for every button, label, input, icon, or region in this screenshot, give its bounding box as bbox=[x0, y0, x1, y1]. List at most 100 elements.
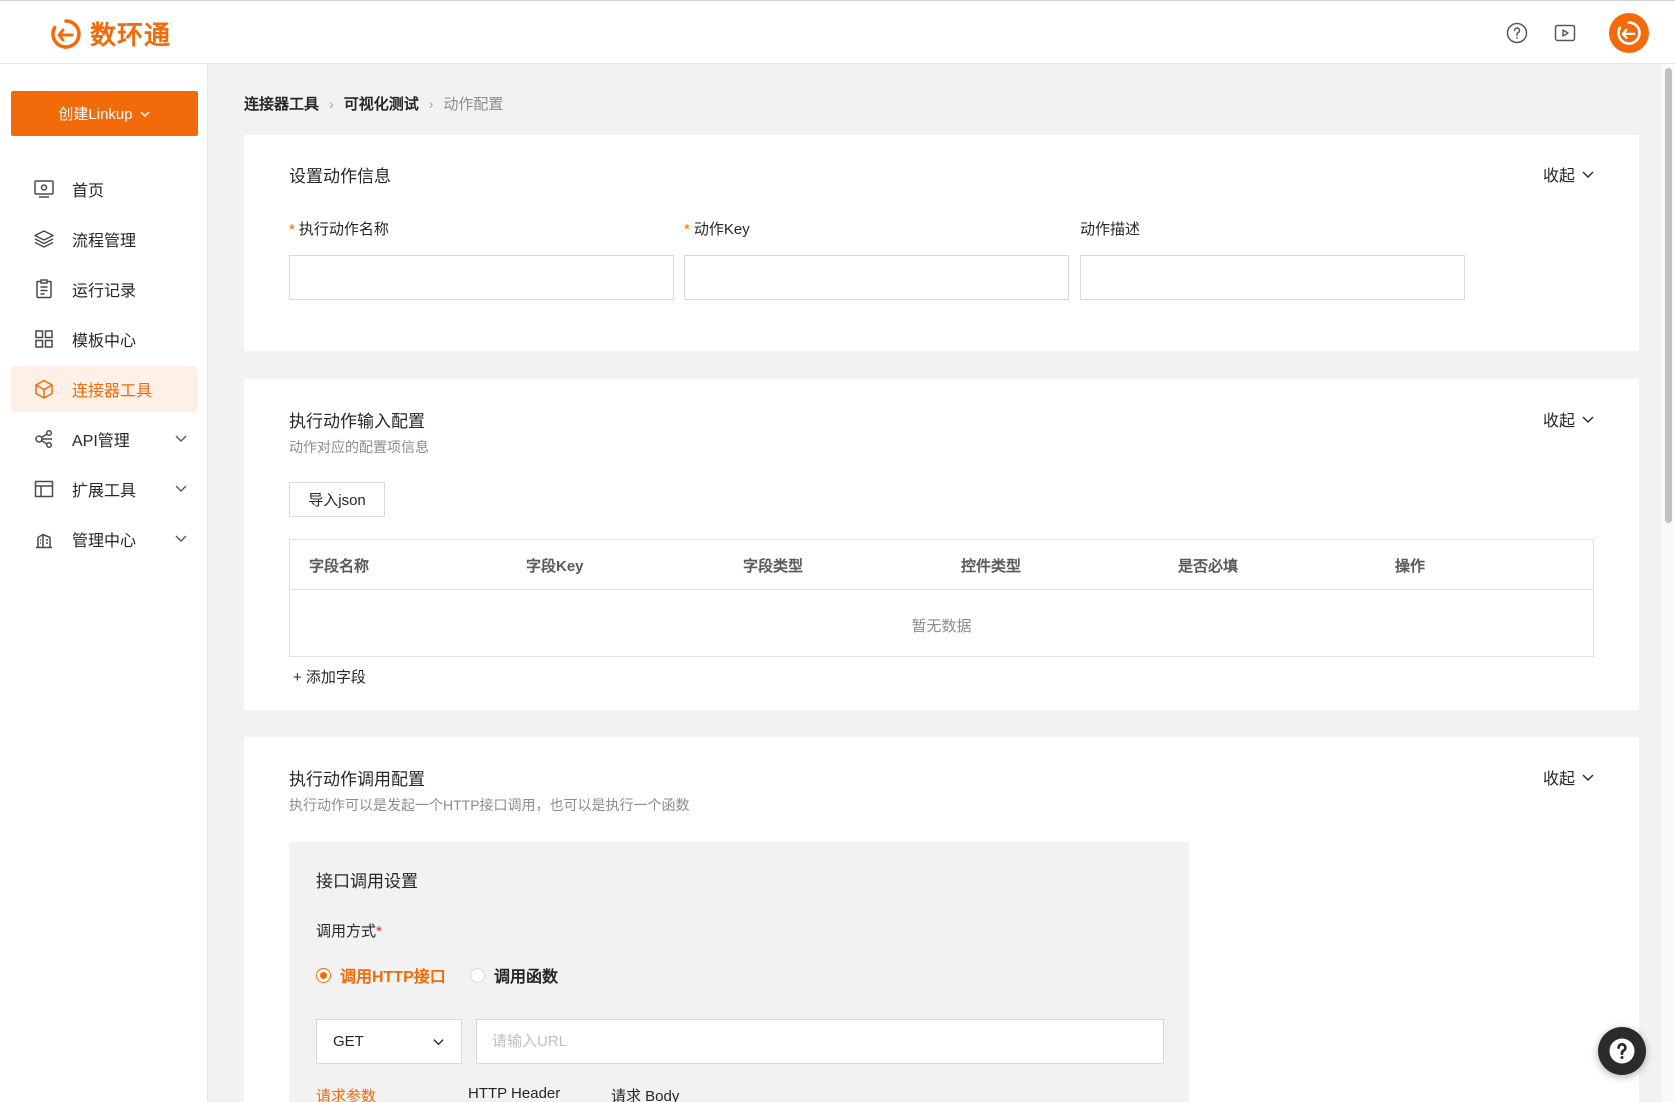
sidebar-item-api[interactable]: API管理 bbox=[11, 416, 198, 462]
tab-request-params[interactable]: 请求参数 bbox=[316, 1085, 376, 1102]
layout-icon bbox=[34, 480, 54, 498]
action-description-label: 动作描述 bbox=[1080, 221, 1141, 238]
sidebar-item-label: 扩展工具 bbox=[72, 483, 137, 500]
help-circle-icon[interactable] bbox=[1505, 21, 1529, 45]
column-header: 是否必填 bbox=[1178, 558, 1239, 575]
sidebar-item-label: 首页 bbox=[72, 183, 105, 200]
column-header: 字段名称 bbox=[309, 558, 370, 575]
sidebar-item-label: 模板中心 bbox=[72, 333, 137, 350]
breadcrumb-current: 动作配置 bbox=[443, 96, 504, 113]
section-title: 执行动作输入配置 bbox=[289, 412, 425, 431]
chevron-down-icon bbox=[1582, 774, 1594, 781]
sidebar-item-connector-tools[interactable]: 连接器工具 bbox=[11, 366, 198, 412]
collapse-button[interactable]: 收起 bbox=[1543, 407, 1595, 431]
action-description-input[interactable] bbox=[1080, 255, 1465, 300]
radio-label: 调用HTTP接口 bbox=[340, 969, 446, 986]
sidebar-nav: 首页 流程管理 运行记录 模板中心 连接器工具 API管理 扩展工具 管理中心 bbox=[11, 166, 198, 566]
http-method-value: GET bbox=[333, 1033, 364, 1050]
chevron-down-icon bbox=[1582, 171, 1594, 178]
http-method-select[interactable]: GET bbox=[316, 1019, 462, 1064]
sidebar-item-label: API管理 bbox=[72, 433, 130, 450]
breadcrumb-separator-icon: › bbox=[428, 95, 434, 112]
breadcrumb: 连接器工具 › 可视化测试 › 动作配置 bbox=[244, 93, 503, 114]
cube-icon bbox=[35, 379, 53, 399]
chevron-down-icon bbox=[175, 485, 187, 492]
column-header: 字段Key bbox=[526, 558, 584, 575]
question-icon bbox=[1609, 1038, 1635, 1064]
sidebar-item-home[interactable]: 首页 bbox=[11, 166, 198, 212]
radio-function-call[interactable]: 调用函数 bbox=[470, 963, 558, 987]
call-mode-label: 调用方式* bbox=[316, 923, 382, 940]
create-linkup-button[interactable]: 创建Linkup bbox=[11, 91, 198, 136]
avatar-logo-icon bbox=[1617, 21, 1641, 45]
sidebar-item-extensions[interactable]: 扩展工具 bbox=[11, 466, 198, 512]
help-float-button[interactable] bbox=[1598, 1027, 1646, 1075]
sidebar-item-label: 流程管理 bbox=[72, 233, 137, 250]
radio-label: 调用函数 bbox=[494, 969, 559, 986]
clipboard-icon bbox=[36, 279, 52, 299]
section-subtitle: 执行动作可以是发起一个HTTP接口调用，也可以是执行一个函数 bbox=[289, 797, 690, 813]
api-call-settings-panel: 接口调用设置 调用方式* 调用HTTP接口 调用函数 GET 请求参数 HTTP… bbox=[289, 842, 1189, 1102]
action-key-label: * 动作Key bbox=[684, 221, 750, 238]
import-json-button[interactable]: 导入json bbox=[289, 482, 385, 517]
action-call-config-card: 执行动作调用配置 执行动作可以是发起一个HTTP接口调用，也可以是执行一个函数 … bbox=[244, 737, 1639, 1102]
radio-checked-icon bbox=[316, 967, 331, 983]
action-name-label: * 执行动作名称 bbox=[289, 221, 389, 238]
breadcrumb-item-connector-tools[interactable]: 连接器工具 bbox=[244, 93, 319, 114]
section-title: 执行动作调用配置 bbox=[289, 770, 425, 789]
monitor-icon bbox=[34, 180, 54, 198]
chevron-down-icon bbox=[433, 1039, 444, 1046]
top-bar: 数环通 bbox=[0, 0, 1675, 64]
sidebar-item-runs[interactable]: 运行记录 bbox=[11, 266, 198, 312]
breadcrumb-item-visual-test[interactable]: 可视化测试 bbox=[344, 93, 419, 114]
brand-logo-icon bbox=[51, 18, 81, 49]
create-linkup-label: 创建Linkup bbox=[58, 106, 133, 123]
section-title: 设置动作信息 bbox=[289, 167, 391, 186]
scrollbar-thumb[interactable] bbox=[1665, 68, 1672, 523]
collapse-label: 收起 bbox=[1542, 168, 1575, 185]
url-input[interactable] bbox=[476, 1019, 1164, 1064]
column-header: 控件类型 bbox=[961, 558, 1022, 575]
building-icon bbox=[36, 533, 52, 549]
page-scrollbar[interactable] bbox=[1662, 64, 1675, 1102]
sidebar-item-flows[interactable]: 流程管理 bbox=[11, 216, 198, 262]
sidebar: 创建Linkup 首页 流程管理 运行记录 模板中心 连接器工具 API管理 扩… bbox=[0, 64, 208, 1102]
radio-http-call[interactable]: 调用HTTP接口 bbox=[316, 963, 446, 987]
section-subtitle: 动作对应的配置项信息 bbox=[289, 439, 429, 455]
brand-logo[interactable]: 数环通 bbox=[50, 15, 171, 52]
chevron-down-icon bbox=[140, 111, 150, 117]
sidebar-item-label: 管理中心 bbox=[72, 533, 137, 550]
grid-icon bbox=[35, 330, 53, 348]
panel-title: 接口调用设置 bbox=[316, 872, 418, 891]
action-name-input[interactable] bbox=[289, 255, 674, 300]
column-header: 字段类型 bbox=[743, 558, 804, 575]
collapse-label: 收起 bbox=[1542, 413, 1575, 430]
action-input-config-card: 执行动作输入配置 动作对应的配置项信息 收起 导入json 字段名称 字段Key… bbox=[244, 379, 1639, 710]
column-header: 操作 bbox=[1395, 558, 1426, 575]
brand-name: 数环通 bbox=[90, 20, 172, 50]
user-avatar[interactable] bbox=[1609, 13, 1649, 53]
chevron-down-icon bbox=[175, 435, 187, 442]
tab-request-body[interactable]: 请求 Body bbox=[611, 1085, 679, 1102]
sidebar-item-label: 运行记录 bbox=[72, 283, 137, 300]
chevron-down-icon bbox=[1582, 416, 1594, 423]
collapse-button[interactable]: 收起 bbox=[1543, 765, 1595, 789]
sidebar-item-templates[interactable]: 模板中心 bbox=[11, 316, 198, 362]
empty-state: 暂无数据 bbox=[911, 618, 972, 635]
share-nodes-icon bbox=[35, 429, 53, 449]
sidebar-item-label: 连接器工具 bbox=[72, 383, 153, 400]
sidebar-item-admin[interactable]: 管理中心 bbox=[11, 516, 198, 562]
add-field-button[interactable]: + 添加字段 bbox=[293, 666, 366, 687]
radio-unchecked-icon bbox=[470, 967, 485, 983]
action-key-input[interactable] bbox=[684, 255, 1069, 300]
breadcrumb-separator-icon: › bbox=[329, 95, 334, 112]
tab-http-header[interactable]: HTTP Header bbox=[468, 1085, 560, 1102]
video-icon[interactable] bbox=[1553, 21, 1577, 45]
layers-icon bbox=[34, 230, 54, 248]
action-info-card: 设置动作信息 收起 * 执行动作名称 * 动作Key 动作描述 bbox=[244, 135, 1639, 351]
collapse-label: 收起 bbox=[1542, 771, 1575, 788]
chevron-down-icon bbox=[175, 535, 187, 542]
fields-table: 字段名称 字段Key 字段类型 控件类型 是否必填 操作 暂无数据 bbox=[289, 539, 1594, 657]
table-header: 字段名称 字段Key 字段类型 控件类型 是否必填 操作 bbox=[290, 540, 1593, 590]
collapse-button[interactable]: 收起 bbox=[1543, 162, 1595, 186]
